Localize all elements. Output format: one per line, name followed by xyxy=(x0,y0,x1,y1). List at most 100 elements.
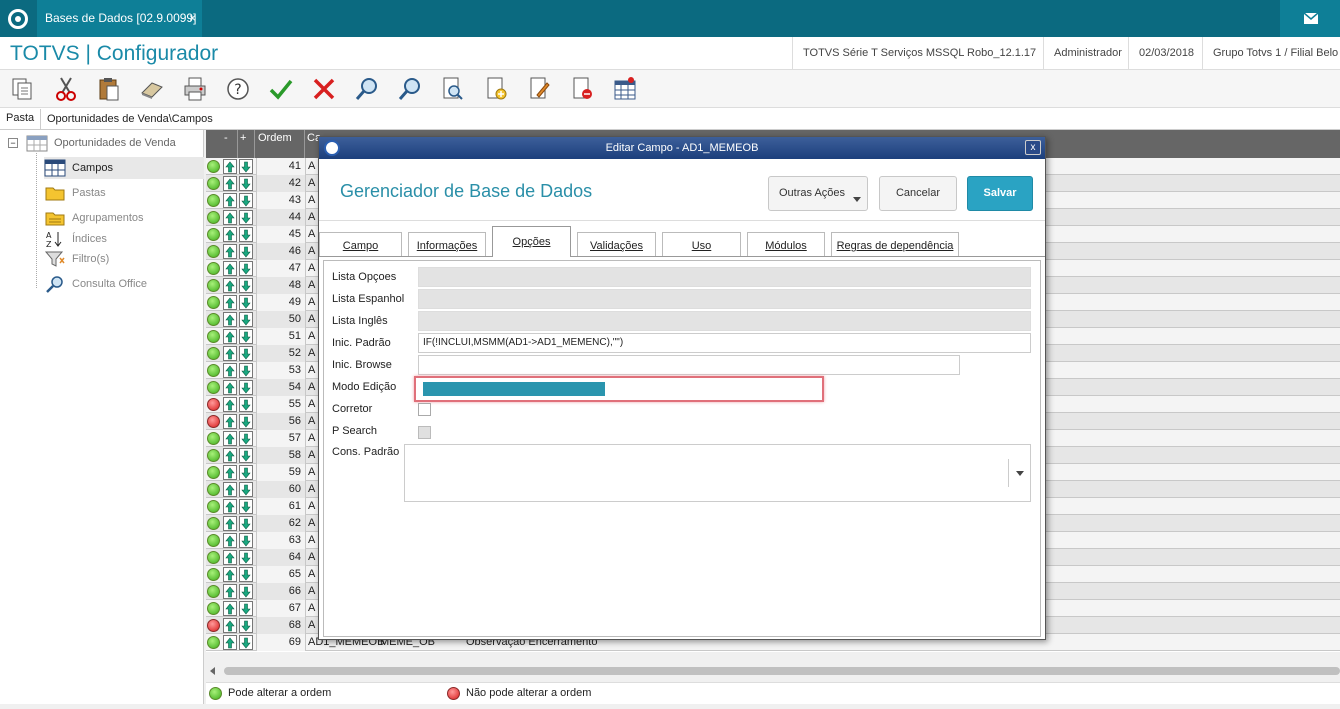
horizontal-scrollbar[interactable] xyxy=(206,664,1340,678)
col-minus[interactable]: - xyxy=(224,132,228,144)
arrow-down-icon[interactable] xyxy=(239,448,253,463)
arrow-up-icon[interactable] xyxy=(223,261,237,276)
col-ordem[interactable]: Ordem xyxy=(258,132,292,144)
help-button[interactable]: ? xyxy=(224,75,254,103)
arrow-up-icon[interactable] xyxy=(223,499,237,514)
arrow-down-icon[interactable] xyxy=(239,465,253,480)
edit-document-button[interactable] xyxy=(525,75,555,103)
confirm-button[interactable] xyxy=(267,75,297,103)
copy-button[interactable] xyxy=(8,75,38,103)
arrow-up-icon[interactable] xyxy=(223,329,237,344)
table-button[interactable] xyxy=(611,75,641,103)
tab-campo[interactable]: Campo xyxy=(319,232,402,256)
arrow-up-icon[interactable] xyxy=(223,601,237,616)
mail-button[interactable] xyxy=(1280,0,1340,37)
scroll-left-icon[interactable] xyxy=(210,667,215,675)
tree-item-agrupamentos[interactable]: Agrupamentos xyxy=(44,207,144,229)
arrow-down-icon[interactable] xyxy=(239,414,253,429)
arrow-down-icon[interactable] xyxy=(239,363,253,378)
arrow-up-icon[interactable] xyxy=(223,584,237,599)
arrow-down-icon[interactable] xyxy=(239,210,253,225)
arrow-up-icon[interactable] xyxy=(223,414,237,429)
arrow-up-icon[interactable] xyxy=(223,516,237,531)
arrow-down-icon[interactable] xyxy=(239,516,253,531)
inic-padrao-input[interactable]: IF(!INCLUI,MSMM(AD1->AD1_MEMENC),"") xyxy=(418,333,1031,353)
arrow-down-icon[interactable] xyxy=(239,618,253,633)
arrow-down-icon[interactable] xyxy=(239,567,253,582)
tab-uso[interactable]: Uso xyxy=(662,232,741,256)
arrow-up-icon[interactable] xyxy=(223,193,237,208)
arrow-down-icon[interactable] xyxy=(239,312,253,327)
arrow-down-icon[interactable] xyxy=(239,329,253,344)
tree-item-filtros[interactable]: Filtro(s) xyxy=(44,248,109,270)
collapse-icon[interactable]: − xyxy=(8,138,18,148)
tree-item-indices[interactable]: A Z Índices xyxy=(44,228,107,250)
dialog-close-button[interactable]: x xyxy=(1025,140,1041,155)
arrow-up-icon[interactable] xyxy=(223,278,237,293)
paste-button[interactable] xyxy=(95,75,125,103)
arrow-up-icon[interactable] xyxy=(223,618,237,633)
totvs-logo-icon[interactable] xyxy=(8,9,28,29)
other-actions-button[interactable]: Outras Ações xyxy=(768,176,868,211)
arrow-up-icon[interactable] xyxy=(223,567,237,582)
arrow-down-icon[interactable] xyxy=(239,159,253,174)
arrow-up-icon[interactable] xyxy=(223,465,237,480)
arrow-down-icon[interactable] xyxy=(239,550,253,565)
modo-edicao-input[interactable] xyxy=(414,376,824,402)
arrow-down-icon[interactable] xyxy=(239,397,253,412)
tab-regras-dependencia[interactable]: Regras de dependência xyxy=(831,232,959,256)
arrow-up-icon[interactable] xyxy=(223,533,237,548)
arrow-up-icon[interactable] xyxy=(223,448,237,463)
scroll-thumb[interactable] xyxy=(224,667,1340,675)
arrow-down-icon[interactable] xyxy=(239,227,253,242)
save-button[interactable]: Salvar xyxy=(967,176,1033,211)
arrow-down-icon[interactable] xyxy=(239,295,253,310)
arrow-up-icon[interactable] xyxy=(223,380,237,395)
tab-modulos[interactable]: Módulos xyxy=(747,232,825,256)
view-document-button[interactable] xyxy=(439,75,469,103)
add-document-button[interactable] xyxy=(482,75,512,103)
tab-validacoes[interactable]: Validações xyxy=(577,232,656,256)
arrow-down-icon[interactable] xyxy=(239,278,253,293)
cancel-toolbar-button[interactable] xyxy=(310,75,340,103)
corretor-checkbox[interactable] xyxy=(418,403,431,416)
arrow-up-icon[interactable] xyxy=(223,635,237,650)
arrow-up-icon[interactable] xyxy=(223,227,237,242)
tab-close-icon[interactable]: × xyxy=(189,0,196,37)
arrow-up-icon[interactable] xyxy=(223,159,237,174)
col-plus[interactable]: + xyxy=(240,132,246,144)
tree-root[interactable]: Oportunidades de Venda xyxy=(26,132,176,154)
arrow-down-icon[interactable] xyxy=(239,635,253,650)
arrow-down-icon[interactable] xyxy=(239,482,253,497)
arrow-down-icon[interactable] xyxy=(239,533,253,548)
search-next-button[interactable] xyxy=(396,75,426,103)
arrow-down-icon[interactable] xyxy=(239,261,253,276)
eraser-button[interactable] xyxy=(138,75,168,103)
arrow-up-icon[interactable] xyxy=(223,176,237,191)
tab-bases-de-dados[interactable]: Bases de Dados [02.9.0099] × xyxy=(37,0,202,37)
arrow-down-icon[interactable] xyxy=(239,244,253,259)
arrow-up-icon[interactable] xyxy=(223,346,237,361)
arrow-down-icon[interactable] xyxy=(239,176,253,191)
tree-item-consulta-office[interactable]: Consulta Office xyxy=(44,273,147,295)
delete-document-button[interactable] xyxy=(568,75,598,103)
cons-padrao-combo[interactable] xyxy=(404,444,1031,502)
arrow-down-icon[interactable] xyxy=(239,584,253,599)
cancel-button[interactable]: Cancelar xyxy=(879,176,957,211)
tree-item-campos[interactable]: Campos xyxy=(44,157,204,179)
print-button[interactable] xyxy=(181,75,211,103)
cut-button[interactable] xyxy=(52,75,82,103)
tree-item-pastas[interactable]: Pastas xyxy=(44,182,106,204)
arrow-down-icon[interactable] xyxy=(239,193,253,208)
arrow-down-icon[interactable] xyxy=(239,380,253,395)
arrow-up-icon[interactable] xyxy=(223,550,237,565)
arrow-up-icon[interactable] xyxy=(223,397,237,412)
inic-browse-input[interactable] xyxy=(418,355,960,375)
arrow-up-icon[interactable] xyxy=(223,363,237,378)
arrow-up-icon[interactable] xyxy=(223,312,237,327)
arrow-up-icon[interactable] xyxy=(223,431,237,446)
tab-informacoes[interactable]: Informações xyxy=(408,232,486,256)
arrow-up-icon[interactable] xyxy=(223,295,237,310)
chevron-down-icon[interactable] xyxy=(1008,459,1030,487)
search-button[interactable] xyxy=(353,75,383,103)
